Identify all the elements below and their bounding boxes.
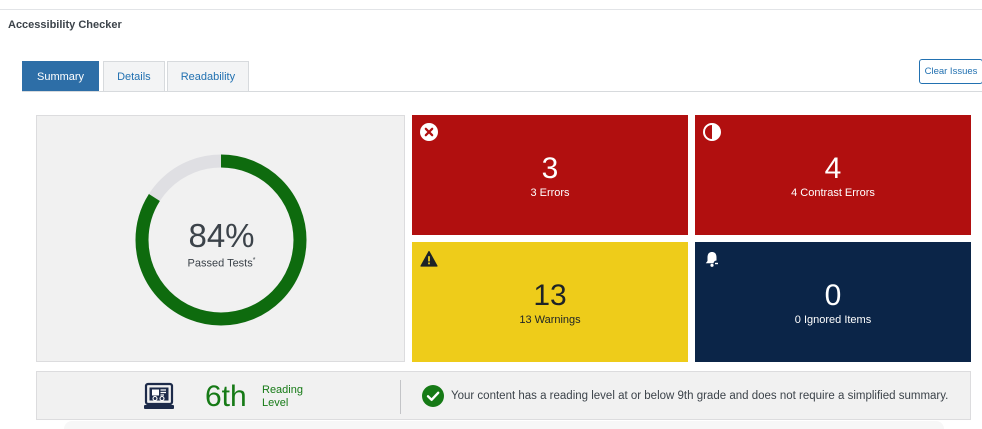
panel-title: Accessibility Checker xyxy=(8,19,122,31)
reading-level-label: Reading Level xyxy=(262,384,303,409)
ignored-items-label: 0 Ignored Items xyxy=(794,314,872,326)
errors-tile[interactable]: 3 3 Errors xyxy=(412,115,688,235)
reading-level-icon xyxy=(144,382,174,409)
contrast-errors-label: 4 Contrast Errors xyxy=(791,187,875,199)
bell-icon xyxy=(705,252,720,267)
passed-percent: 84% xyxy=(188,217,255,254)
passed-tests-label: Passed Tests* xyxy=(187,257,256,270)
errors-count: 3 xyxy=(541,152,559,185)
top-divider xyxy=(0,9,982,10)
contrast-errors-count: 4 xyxy=(824,152,842,185)
contrast-icon xyxy=(703,123,721,141)
tab-summary[interactable]: Summary xyxy=(22,61,100,91)
tabs-divider xyxy=(22,91,982,92)
readability-summary: 6th Reading Level Your content has a rea… xyxy=(36,371,971,420)
warnings-label: 13 Warnings xyxy=(519,314,581,326)
error-x-icon xyxy=(420,123,438,141)
readability-message: Your content has a reading level at or b… xyxy=(451,390,949,402)
reading-grade: 6th xyxy=(205,380,247,413)
warning-icon xyxy=(420,250,438,267)
passed-tests-summary: 84% Passed Tests* xyxy=(36,115,405,362)
ignored-items-count: 0 xyxy=(824,279,842,312)
errors-label: 3 Errors xyxy=(530,187,570,199)
footnote-mark: * xyxy=(252,257,256,264)
clear-issues-button[interactable]: Clear Issues xyxy=(919,59,982,84)
check-circle-icon xyxy=(422,385,444,407)
bottom-panel-edge xyxy=(64,421,944,429)
readability-divider xyxy=(400,380,401,414)
ignored-items-tile[interactable]: 0 0 Ignored Items xyxy=(695,242,971,362)
warnings-tile[interactable]: 13 13 Warnings xyxy=(412,242,688,362)
tab-details[interactable]: Details xyxy=(103,61,165,91)
contrast-errors-tile[interactable]: 4 4 Contrast Errors xyxy=(695,115,971,235)
tab-bar: Summary Details Readability xyxy=(22,61,250,91)
warnings-count: 13 xyxy=(533,279,567,312)
tab-readability[interactable]: Readability xyxy=(166,61,250,91)
